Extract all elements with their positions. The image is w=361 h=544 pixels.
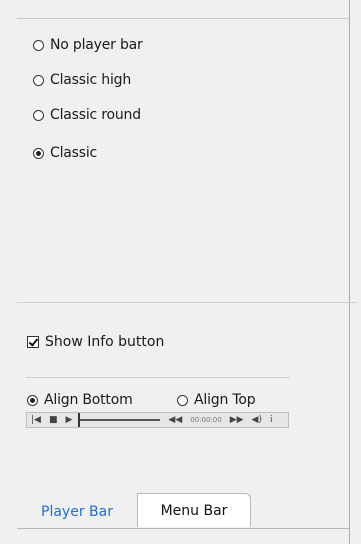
radio-indicator-icon <box>33 109 44 121</box>
section-divider <box>17 302 357 303</box>
checkbox-checked-icon <box>27 336 39 348</box>
seek-track <box>78 413 161 427</box>
radio-classic-high[interactable]: Classic high <box>33 72 131 88</box>
rewind-icon: ◀◀ <box>168 415 183 425</box>
player-bar-preview: |◀ ■ ▶ ◀◀ 00:00:00 ▶▶ ◀) i <box>26 412 289 428</box>
radio-classic-round[interactable]: Classic round <box>33 107 141 123</box>
radio-align-bottom[interactable]: Align Bottom <box>27 392 133 408</box>
radio-label: Align Top <box>194 392 256 408</box>
radio-label: Classic round <box>50 107 141 123</box>
panel-top-frame <box>17 0 350 19</box>
radio-label: No player bar <box>50 37 143 53</box>
radio-label: Classic <box>50 145 98 161</box>
play-icon: ▶ <box>65 415 73 425</box>
skip-start-icon: |◀ <box>31 415 41 425</box>
volume-icon: ◀) <box>251 415 262 425</box>
radio-indicator-icon <box>27 394 38 406</box>
show-info-button-checkbox[interactable]: Show Info button <box>27 334 164 350</box>
tabs-baseline <box>17 528 350 529</box>
radio-indicator-icon <box>33 39 44 51</box>
radio-indicator-icon <box>177 394 188 406</box>
radio-label: Align Bottom <box>44 392 133 408</box>
tab-player-bar[interactable]: Player Bar <box>17 496 137 528</box>
checkbox-label: Show Info button <box>45 334 165 350</box>
radio-classic[interactable]: Classic <box>33 145 97 161</box>
radio-indicator-icon <box>33 147 44 159</box>
stop-icon: ■ <box>48 415 58 425</box>
radio-indicator-icon <box>33 74 44 86</box>
panel-right-border <box>349 0 350 544</box>
radio-no-player-bar[interactable]: No player bar <box>33 37 143 53</box>
fast-forward-icon: ▶▶ <box>229 415 244 425</box>
radio-align-top[interactable]: Align Top <box>177 392 256 408</box>
tab-menu-bar[interactable]: Menu Bar <box>137 493 251 527</box>
section-divider <box>26 377 290 378</box>
info-icon: i <box>269 415 273 425</box>
seek-thumb <box>78 413 81 427</box>
time-display: 00:00:00 <box>190 416 222 424</box>
radio-label: Classic high <box>50 72 131 88</box>
